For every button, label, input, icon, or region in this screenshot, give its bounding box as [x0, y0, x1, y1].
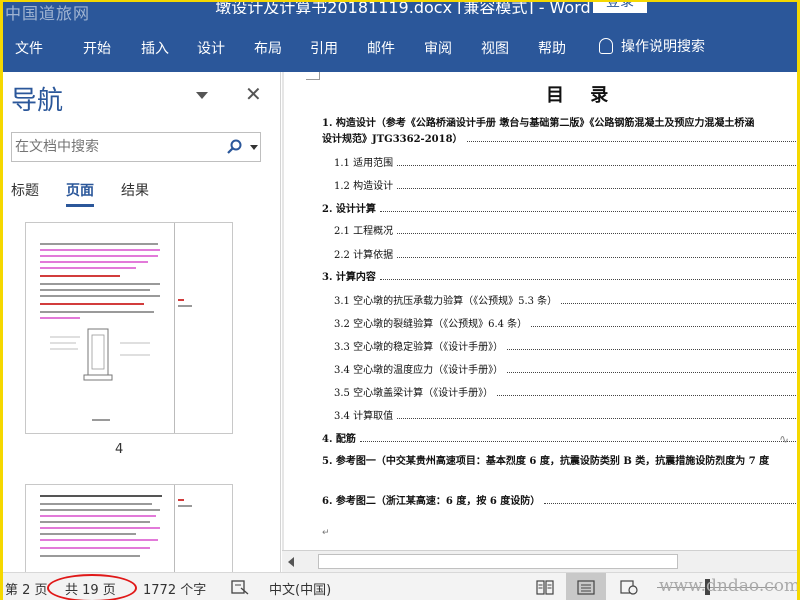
- toc-leader-dots: [397, 233, 796, 234]
- toc-leader-dots: [531, 326, 796, 327]
- margin-corner-mark: [306, 72, 320, 80]
- page-thumbnail[interactable]: [25, 222, 233, 434]
- read-mode-icon[interactable]: [536, 580, 554, 595]
- tab-mailings[interactable]: 邮件: [367, 38, 395, 58]
- toc-entry[interactable]: 1.2 构造设计: [334, 177, 393, 192]
- bridge-pier-drawing: [50, 328, 150, 381]
- toc-entry[interactable]: 3.4 空心墩的温度应力（《设计手册》）: [334, 361, 503, 376]
- close-icon[interactable]: ✕: [245, 82, 262, 106]
- toc-leader-dots: [379, 279, 796, 280]
- toc-leader-dots: [466, 141, 796, 142]
- language-indicator[interactable]: 中文(中国): [269, 579, 331, 598]
- tab-headings[interactable]: 标题: [11, 180, 39, 200]
- toc-leader-dots: [397, 257, 796, 258]
- toc-leader-dots: [561, 303, 796, 304]
- tab-home[interactable]: 开始: [83, 38, 111, 58]
- status-bar: 第 2 页 共 19 页 1772 个字 中文(中国) www.dndao.co…: [3, 572, 800, 600]
- ribbon-tabs: 文件 开始 插入 设计 布局 引用 邮件 审阅 视图 帮助 操作说明搜索: [3, 14, 797, 72]
- toc-entry[interactable]: 3.1 空心墩的抗压承载力验算（《公预规》5.3 条）: [334, 292, 557, 307]
- nav-pane-title: 导航: [11, 86, 64, 116]
- tab-pages[interactable]: 页面: [66, 180, 94, 207]
- tell-me-search[interactable]: 操作说明搜索: [599, 36, 705, 56]
- toc-leader-dots: [397, 165, 796, 166]
- toc-leader-dots: [507, 349, 796, 350]
- word-window: 墩设计及计算书20181119.docx [兼容模式] - Word 登录 中国…: [0, 0, 800, 600]
- title-bar: 墩设计及计算书20181119.docx [兼容模式] - Word 登录: [3, 2, 797, 14]
- tab-file[interactable]: 文件: [15, 38, 43, 58]
- tab-references[interactable]: 引用: [310, 38, 338, 58]
- toc-entry[interactable]: 1.1 适用范围: [334, 154, 393, 169]
- toc-leader-dots: [379, 211, 796, 212]
- login-button[interactable]: 登录: [593, 2, 647, 13]
- paragraph-mark: ↵: [322, 528, 330, 538]
- thumbnail-page-divider: [174, 485, 175, 573]
- thumbnail-page-divider: [174, 223, 175, 433]
- page-thumbnail[interactable]: [25, 484, 233, 574]
- window-title: 墩设计及计算书20181119.docx [兼容模式] - Word: [215, 2, 591, 14]
- toc-leader-dots: [397, 418, 796, 419]
- toc-entry[interactable]: 3.4 计算取值: [334, 407, 393, 422]
- toc-entry[interactable]: 3.2 空心墩的裂缝验算（《公预规》6.4 条）: [334, 315, 527, 330]
- toc-leader-dots: [544, 503, 796, 504]
- search-input[interactable]: [15, 137, 215, 157]
- search-options-chevron-icon[interactable]: [250, 145, 258, 150]
- tab-view[interactable]: 视图: [481, 38, 509, 58]
- tab-review[interactable]: 审阅: [424, 38, 452, 58]
- toc-entry[interactable]: 5. 参考图一（中交某贵州高速项目：基本烈度 6 度，抗震设防类别 B 类，抗震…: [322, 452, 769, 467]
- horizontal-scrollbar[interactable]: [282, 550, 797, 572]
- toc-entry[interactable]: 3. 计算内容: [322, 268, 376, 283]
- watermark-mark: ∿: [778, 432, 789, 446]
- tab-design[interactable]: 设计: [197, 38, 225, 58]
- tell-me-label: 操作说明搜索: [621, 39, 705, 55]
- toc-entry[interactable]: 4. 配筋: [322, 430, 356, 445]
- pane-options-chevron-icon[interactable]: [196, 92, 208, 99]
- document-area: 目 录 1. 构造设计（参考《公路桥涵设计手册 墩台与基础第二版》《公路钢筋混凝…: [282, 72, 797, 572]
- nav-search-box[interactable]: [11, 132, 261, 162]
- toc-entry[interactable]: 2. 设计计算: [322, 200, 376, 215]
- toc-entry[interactable]: 3.3 空心墩的稳定验算（《设计手册》）: [334, 338, 503, 353]
- search-icon[interactable]: [226, 139, 242, 155]
- thumbnail-page-number: 4: [115, 442, 124, 457]
- tab-results[interactable]: 结果: [121, 180, 149, 200]
- tab-help[interactable]: 帮助: [538, 38, 566, 58]
- toc-entry[interactable]: 2.2 计算依据: [334, 246, 393, 261]
- scroll-left-icon[interactable]: [288, 557, 294, 567]
- tab-layout[interactable]: 布局: [254, 38, 282, 58]
- scrollbar-thumb[interactable]: [318, 554, 678, 569]
- word-count[interactable]: 1772 个字: [143, 579, 206, 598]
- watermark-url: www.dndao.com: [659, 576, 800, 596]
- toc-entry[interactable]: 设计规范》JTG3362-2018）: [322, 130, 463, 145]
- toc-entry[interactable]: 3.5 空心墩盖梁计算（《设计手册》）: [334, 384, 493, 399]
- toc-leader-dots: [507, 372, 796, 373]
- tab-insert[interactable]: 插入: [141, 38, 169, 58]
- navigation-pane: 导航 ✕ 标题 页面 结果: [3, 72, 281, 574]
- proofing-icon[interactable]: [231, 579, 249, 595]
- toc-leader-dots: [497, 395, 796, 396]
- toc-leader-dots: [359, 441, 796, 442]
- page-indicator[interactable]: 第 2 页: [5, 579, 48, 598]
- watermark-logo: 中国道旅网: [5, 4, 91, 23]
- document-page[interactable]: 目 录 1. 构造设计（参考《公路桥涵设计手册 墩台与基础第二版》《公路钢筋混凝…: [284, 72, 797, 550]
- toc-entry[interactable]: 1. 构造设计（参考《公路桥涵设计手册 墩台与基础第二版》《公路钢筋混凝土及预应…: [322, 114, 754, 129]
- print-layout-icon[interactable]: [577, 580, 595, 595]
- lightbulb-icon: [599, 38, 613, 54]
- toc-entry[interactable]: 2.1 工程概况: [334, 222, 393, 237]
- web-layout-icon[interactable]: [620, 580, 638, 595]
- toc-entry[interactable]: 6. 参考图二（浙江某高速：6 度，按 6 度设防）: [322, 492, 540, 507]
- toc-heading: 目 录: [546, 85, 619, 106]
- highlight-oval: [47, 574, 137, 600]
- toc-leader-dots: [397, 188, 796, 189]
